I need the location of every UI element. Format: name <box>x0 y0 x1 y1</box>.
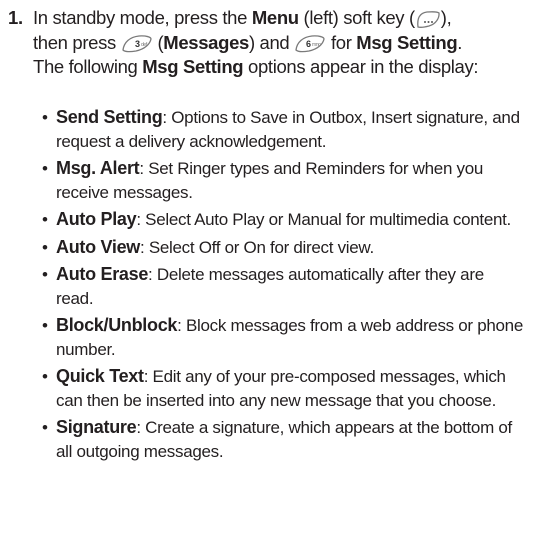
option-term: Quick Text <box>56 366 144 386</box>
step-text-segment: then press <box>33 31 121 53</box>
option-term: Block/Unblock <box>56 315 178 335</box>
bullet: • <box>42 210 48 229</box>
option-term: Auto View <box>56 236 140 257</box>
messages-label: Messages <box>163 31 249 53</box>
list-item-auto-view: • Auto View: Select Off or On for direct … <box>0 236 539 260</box>
msg-setting-label: Msg Setting <box>356 31 458 53</box>
bullet: • <box>42 418 48 437</box>
option-term: Send Setting <box>56 107 163 127</box>
option-term: Signature <box>56 417 137 437</box>
msg-setting-label-2: Msg Setting <box>142 56 244 77</box>
menu-key-label: Menu <box>251 7 299 28</box>
option-term: Auto Erase <box>56 264 149 284</box>
manual-page: 1. In standby mode, press the Menu (left… <box>0 0 539 557</box>
list-item-send-setting: • Send Setting: Options to Save in Outbox… <box>0 106 539 153</box>
option-term: Auto Play <box>56 209 137 229</box>
bullet: • <box>42 265 48 284</box>
step-text-segment: In standby mode, press the <box>33 7 252 28</box>
list-item-signature: • Signature: Create a signature, which ap… <box>0 416 539 463</box>
list-item-quick-text: • Quick Text: Edit any of your pre-compos… <box>0 365 539 412</box>
step-1: 1. In standby mode, press the Menu (left… <box>8 6 533 80</box>
msg-setting-options-list: • Send Setting: Options to Save in Outbox… <box>0 106 539 467</box>
step-text-segment: ( <box>152 31 164 53</box>
step-instructions: In standby mode, press the Menu (left) s… <box>33 6 533 80</box>
step-text-segment: . <box>457 31 463 53</box>
step-text-segment: options appear in the display: <box>243 56 479 77</box>
list-item-block-unblock: • Block/Unblock: Block messages from a we… <box>0 314 539 361</box>
key-3-digit: 3 <box>135 39 140 49</box>
step-text-segment: The following <box>33 56 143 77</box>
step-number: 1. <box>8 7 23 28</box>
list-item-auto-play: • Auto Play: Select Auto Play or Manual f… <box>0 208 539 232</box>
option-description: : Select Off or On for direct view. <box>139 237 374 257</box>
list-item-msg-alert: • Msg. Alert: Set Ringer types and Remind… <box>0 157 539 204</box>
step-text-segment: for <box>326 31 357 53</box>
key-6-digit: 6 <box>306 39 311 49</box>
step-text-segment: ) and <box>248 31 295 53</box>
bullet: • <box>42 237 48 257</box>
list-item-auto-erase: • Auto Erase: Delete messages automatical… <box>0 263 539 310</box>
step-text-segment: ), <box>440 7 452 28</box>
key-6-icon: 6 mno <box>294 33 326 54</box>
option-description: : Select Auto Play or Manual for multime… <box>136 210 511 229</box>
bullet: • <box>42 316 48 335</box>
key-3-icon: 3 def <box>121 33 153 54</box>
left-soft-key-icon <box>415 9 441 29</box>
bullet: • <box>42 159 48 178</box>
step-text-segment: (left) soft key ( <box>298 7 416 28</box>
svg-text:def: def <box>141 42 148 48</box>
option-term: Msg. Alert <box>56 158 140 178</box>
svg-text:mno: mno <box>312 42 321 48</box>
bullet: • <box>42 108 48 127</box>
bullet: • <box>42 367 48 386</box>
